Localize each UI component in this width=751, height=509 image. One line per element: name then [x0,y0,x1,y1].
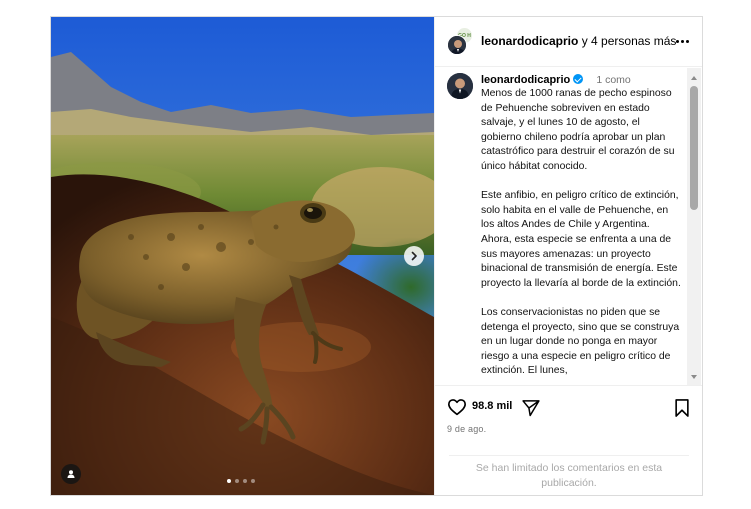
user-tag-icon [67,470,75,478]
bookmark-icon[interactable] [673,398,691,418]
carousel-dots [227,479,255,483]
caption-scroll-area[interactable]: leonardodicaprio 1 como Menos de 1000 ra… [435,68,702,386]
post-date[interactable]: 9 de ago. [447,424,486,434]
post-side-panel: GO H leonardodicaprio y 4 personas más l… [434,17,702,495]
caption-paragraph: Los conservacionistas no piden que se de… [481,306,680,377]
frog-photo [51,17,434,495]
scrollbar-thumb[interactable] [690,86,698,210]
likes-count[interactable]: 98.8 mil [472,400,512,412]
profile-photo [448,36,466,54]
carousel-dot [235,479,239,483]
caption-scrollbar[interactable] [687,68,701,385]
avatar [447,35,467,55]
more-horizontal-icon [675,39,689,43]
instagram-post-dialog: GO H leonardodicaprio y 4 personas más l… [50,16,703,496]
more-options-button[interactable] [671,33,693,49]
post-actions: 98.8 mil [435,395,702,421]
tagged-users-button[interactable] [61,464,81,484]
share-icon[interactable] [521,398,541,418]
post-author-line: leonardodicaprio y 4 personas más [481,34,676,48]
next-slide-button[interactable] [404,246,424,266]
carousel-dot-active [227,479,231,483]
carousel-dot [243,479,247,483]
caption-text: Menos de 1000 ranas de pecho espinoso de… [481,87,681,385]
post-header: GO H leonardodicaprio y 4 personas más [435,17,702,67]
carousel-dot [251,479,255,483]
author-username[interactable]: leonardodicaprio [481,34,578,48]
collaborators-link[interactable]: y 4 personas más [582,34,677,48]
chevron-right-icon [411,251,417,261]
scroll-down-arrow-icon[interactable] [691,375,697,379]
heart-icon[interactable] [447,398,467,416]
caption-avatar[interactable] [447,73,473,99]
verified-badge-icon [573,74,584,84]
caption-username[interactable]: leonardodicaprio [481,74,570,86]
caption-header: leonardodicaprio 1 como [481,73,631,87]
profile-photo [447,73,473,99]
caption-meta: 1 como [596,74,631,86]
caption-paragraph: Menos de 1000 ranas de pecho espinoso de… [481,88,675,172]
collab-avatars[interactable]: GO H [447,27,473,57]
comments-limited-notice: Se han limitado los comentarios en esta … [449,455,689,491]
scroll-up-arrow-icon[interactable] [691,76,697,80]
caption-paragraph: Este anfibio, en peligro crítico de exti… [481,190,681,289]
post-media[interactable] [51,17,434,495]
